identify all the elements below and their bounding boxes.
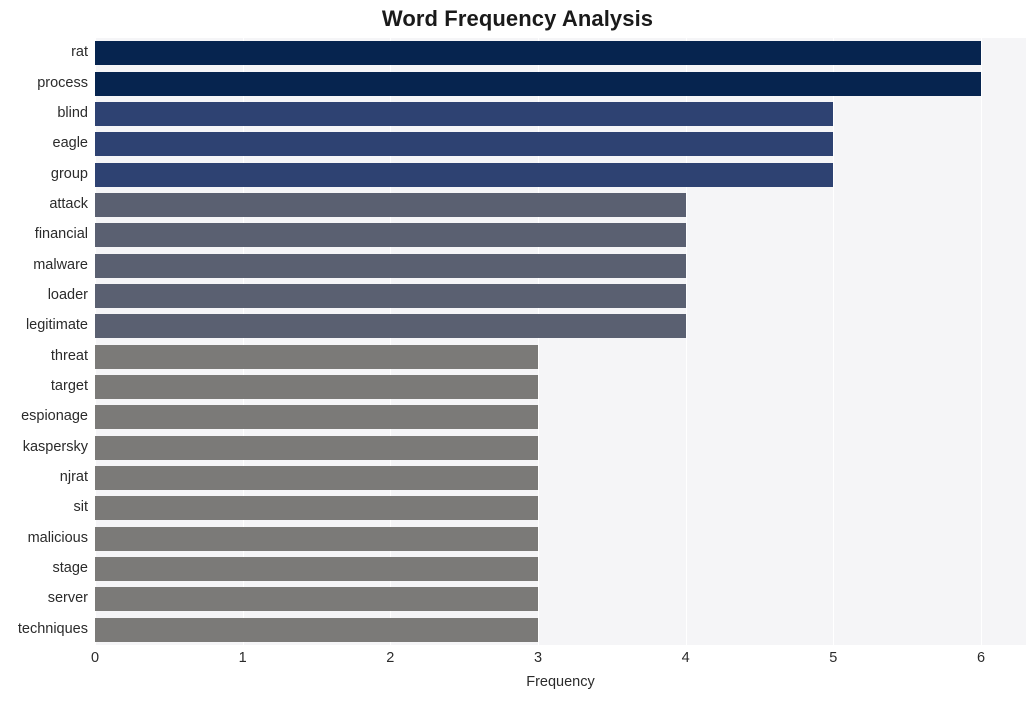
x-tick-label-3: 3 <box>533 650 543 666</box>
y-tick-label-loader: loader <box>47 286 88 303</box>
bar[interactable] <box>95 41 981 66</box>
bar[interactable] <box>95 435 538 460</box>
y-axis-tick-labels: rat process blind eagle group attack financial… <box>0 38 88 645</box>
bar[interactable] <box>95 192 686 217</box>
x-tick-label-0: 0 <box>90 650 100 666</box>
y-tick-label-attack: attack <box>49 195 88 212</box>
y-tick-label-kaspersky: kaspersky <box>22 438 88 455</box>
y-tick-label-njrat: njrat <box>59 469 88 486</box>
y-tick-label-legitimate: legitimate <box>25 317 88 334</box>
bar[interactable] <box>95 253 686 278</box>
x-tick-label-1: 1 <box>238 650 247 666</box>
bar[interactable] <box>95 375 538 400</box>
bar[interactable] <box>95 496 538 521</box>
y-tick-label-server: server <box>47 590 88 607</box>
bar[interactable] <box>95 405 538 430</box>
bar[interactable] <box>95 101 834 126</box>
bar[interactable] <box>95 314 686 339</box>
bar[interactable] <box>95 283 686 308</box>
y-tick-label-process: process <box>37 74 88 91</box>
y-tick-label-eagle: eagle <box>52 135 88 152</box>
y-tick-label-espionage: espionage <box>21 408 88 425</box>
bar[interactable] <box>95 617 538 642</box>
bar[interactable] <box>95 71 981 96</box>
y-tick-label-malicious: malicious <box>27 529 88 546</box>
x-axis-label: Frequency <box>526 674 595 690</box>
bar[interactable] <box>95 162 834 187</box>
x-tick-label-5: 5 <box>829 650 838 666</box>
y-tick-label-stage: stage <box>52 560 88 577</box>
plot-area <box>95 38 1026 645</box>
bar[interactable] <box>95 466 538 491</box>
bar[interactable] <box>95 557 538 582</box>
y-tick-label-blind: blind <box>57 104 88 121</box>
y-tick-label-rat: rat <box>71 44 88 61</box>
bars-container <box>95 38 1026 645</box>
y-tick-label-techniques: techniques <box>17 620 88 637</box>
bar[interactable] <box>95 223 686 248</box>
bar[interactable] <box>95 344 538 369</box>
bar[interactable] <box>95 132 834 157</box>
y-tick-label-sit: sit <box>73 499 89 516</box>
chart-title: Word Frequency Analysis <box>381 6 654 31</box>
y-tick-label-malware: malware <box>33 256 88 273</box>
x-tick-label-6: 6 <box>976 650 986 666</box>
x-axis-tick-labels: 0 1 2 3 4 5 6 <box>0 650 1035 672</box>
y-tick-label-threat: threat <box>50 347 88 364</box>
word-frequency-bar-chart: Word Frequency Analysis rat process blind e… <box>0 0 1035 701</box>
x-tick-label-2: 2 <box>386 650 395 666</box>
y-tick-label-financial: financial <box>34 226 88 243</box>
x-tick-label-4: 4 <box>681 650 690 666</box>
y-tick-label-target: target <box>50 378 88 395</box>
bar[interactable] <box>95 526 538 551</box>
bar[interactable] <box>95 587 538 612</box>
y-tick-label-group: group <box>50 165 88 182</box>
